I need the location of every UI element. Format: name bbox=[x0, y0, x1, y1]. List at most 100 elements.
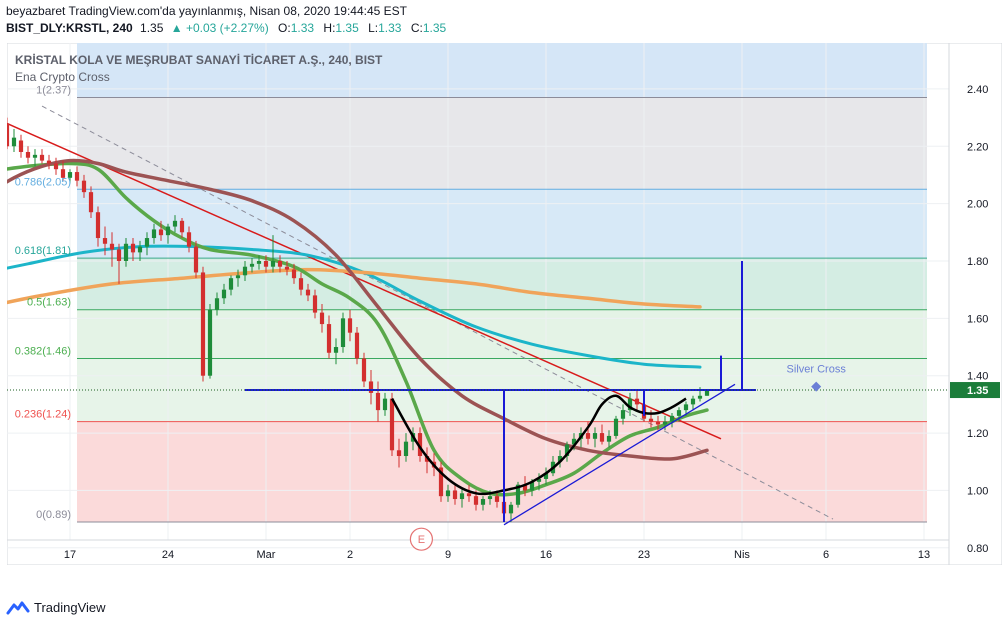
chart-area[interactable]: 1(2.37) 0.786(2.05) 0.618(1.81) 0.5(1.63) 0.… bbox=[0, 42, 1003, 566]
symbol[interactable]: BIST_DLY:KRSTL, 240 bbox=[6, 21, 133, 35]
open-value: 1.33 bbox=[290, 21, 315, 35]
candle-body bbox=[375, 392, 381, 411]
candle-body bbox=[74, 172, 80, 181]
candle-body bbox=[480, 499, 486, 505]
candle-body bbox=[403, 441, 409, 457]
candle-body bbox=[270, 260, 276, 267]
high-label: H: bbox=[323, 21, 336, 35]
candle-body bbox=[88, 192, 94, 213]
candle-body bbox=[592, 433, 598, 439]
fib-label-0: 0(0.89) bbox=[36, 509, 71, 521]
price-tick-label: 2.40 bbox=[967, 84, 988, 96]
candle-body bbox=[599, 433, 605, 442]
tradingview-logo-icon bbox=[6, 601, 30, 614]
price-tick-label: 1.60 bbox=[967, 313, 988, 325]
time-tick-label: 16 bbox=[540, 549, 552, 561]
candle-body bbox=[263, 260, 269, 267]
price-tick-label: 0.80 bbox=[967, 543, 988, 555]
fib-label-0.382: 0.382(1.46) bbox=[15, 345, 71, 357]
candle-body bbox=[228, 278, 234, 290]
price-tick-label: 1.20 bbox=[967, 428, 988, 440]
time-tick-label: 13 bbox=[918, 549, 930, 561]
candle-body bbox=[683, 404, 689, 411]
time-tick-label: 2 bbox=[347, 549, 353, 561]
candle-body bbox=[634, 398, 640, 405]
candle-body bbox=[396, 450, 402, 457]
candle-body bbox=[319, 312, 325, 325]
earnings-marker-label: E bbox=[418, 534, 425, 546]
price-tick-label: 2.00 bbox=[967, 199, 988, 211]
candle-body bbox=[662, 421, 668, 425]
candle-body bbox=[697, 395, 703, 399]
candle-body bbox=[200, 272, 206, 376]
last-price: 1.35 bbox=[140, 21, 164, 35]
time-tick-label: Nis bbox=[734, 549, 750, 561]
candle-body bbox=[11, 137, 17, 147]
candle-body bbox=[4, 123, 10, 147]
candle-body bbox=[508, 504, 514, 514]
time-tick-label: 6 bbox=[823, 549, 829, 561]
branding-text: TradingView bbox=[34, 600, 106, 615]
candle-body bbox=[382, 398, 388, 411]
indicator-name: Ena Crypto Cross bbox=[15, 70, 110, 84]
high-value: 1.35 bbox=[335, 21, 359, 35]
candle-body bbox=[137, 246, 143, 253]
fib-labels: 1(2.37) 0.786(2.05) 0.618(1.81) 0.5(1.63) 0.… bbox=[15, 84, 71, 520]
symbol-line: BIST_DLY:KRSTL, 240 1.35 ▲ +0.03 (+2.27%… bbox=[6, 21, 446, 35]
candle-body bbox=[18, 140, 24, 152]
price-tick-label: 1.80 bbox=[967, 256, 988, 268]
candle-body bbox=[32, 154, 38, 158]
candle-body bbox=[165, 226, 171, 236]
candle-body bbox=[172, 220, 178, 227]
time-axis[interactable]: 17 24 Mar 2 9 16 23 Nis 6 13 bbox=[7, 539, 949, 561]
candle-body bbox=[123, 243, 129, 261]
time-tick-label: 24 bbox=[162, 549, 174, 561]
candle-body bbox=[305, 289, 311, 296]
candle-body bbox=[648, 418, 654, 422]
candle-body bbox=[158, 229, 164, 236]
price-chart[interactable]: 1(2.37) 0.786(2.05) 0.618(1.81) 0.5(1.63) 0.… bbox=[0, 42, 1003, 566]
candle-body bbox=[277, 260, 283, 267]
fib-band-1 bbox=[77, 97, 927, 190]
candle-body bbox=[193, 246, 199, 273]
candle-body bbox=[109, 243, 115, 250]
candle-body bbox=[466, 493, 472, 497]
candle-body bbox=[326, 324, 332, 353]
candle-body bbox=[25, 151, 31, 158]
candle-body bbox=[256, 260, 262, 264]
candle-body bbox=[102, 238, 108, 244]
candle-body bbox=[144, 238, 150, 247]
candle-body bbox=[130, 243, 136, 253]
candle-body bbox=[669, 415, 675, 422]
tradingview-branding[interactable]: TradingView bbox=[6, 600, 106, 615]
candle-body bbox=[214, 298, 220, 310]
price-tick-label: 1.00 bbox=[967, 485, 988, 497]
candle-body bbox=[473, 496, 479, 505]
candle-body bbox=[368, 381, 374, 393]
close-label: C: bbox=[410, 21, 423, 35]
candle-body bbox=[81, 180, 87, 193]
candle-body bbox=[613, 418, 619, 436]
price-tick-label: 1.40 bbox=[967, 371, 988, 383]
candle-body bbox=[487, 496, 493, 500]
candle-body bbox=[95, 212, 101, 239]
candle-body bbox=[389, 398, 395, 451]
open-label: O: bbox=[278, 21, 291, 35]
low-value: 1.33 bbox=[378, 21, 402, 35]
publisher-line: beyazbaret TradingView.com'da yayınlanmı… bbox=[6, 4, 407, 18]
candle-body bbox=[207, 309, 213, 376]
time-tick-label: 9 bbox=[445, 549, 451, 561]
candle-body bbox=[249, 263, 255, 267]
candle-body bbox=[340, 318, 346, 348]
candle-body bbox=[655, 421, 661, 425]
candle-body bbox=[690, 398, 696, 405]
candle-body bbox=[361, 358, 367, 382]
fib-label-1: 1(2.37) bbox=[36, 84, 71, 96]
candle-body bbox=[179, 220, 185, 233]
fib-label-0.5: 0.5(1.63) bbox=[27, 297, 71, 309]
price-axis[interactable]: 2.40 2.20 2.00 1.80 1.60 1.40 1.20 1.00 0.80 1.35 bbox=[948, 43, 1000, 565]
price-change: ▲ +0.03 (+2.27%) bbox=[170, 21, 269, 35]
candle-body bbox=[354, 332, 360, 359]
candle-body bbox=[452, 490, 458, 500]
candle-body bbox=[242, 266, 248, 276]
